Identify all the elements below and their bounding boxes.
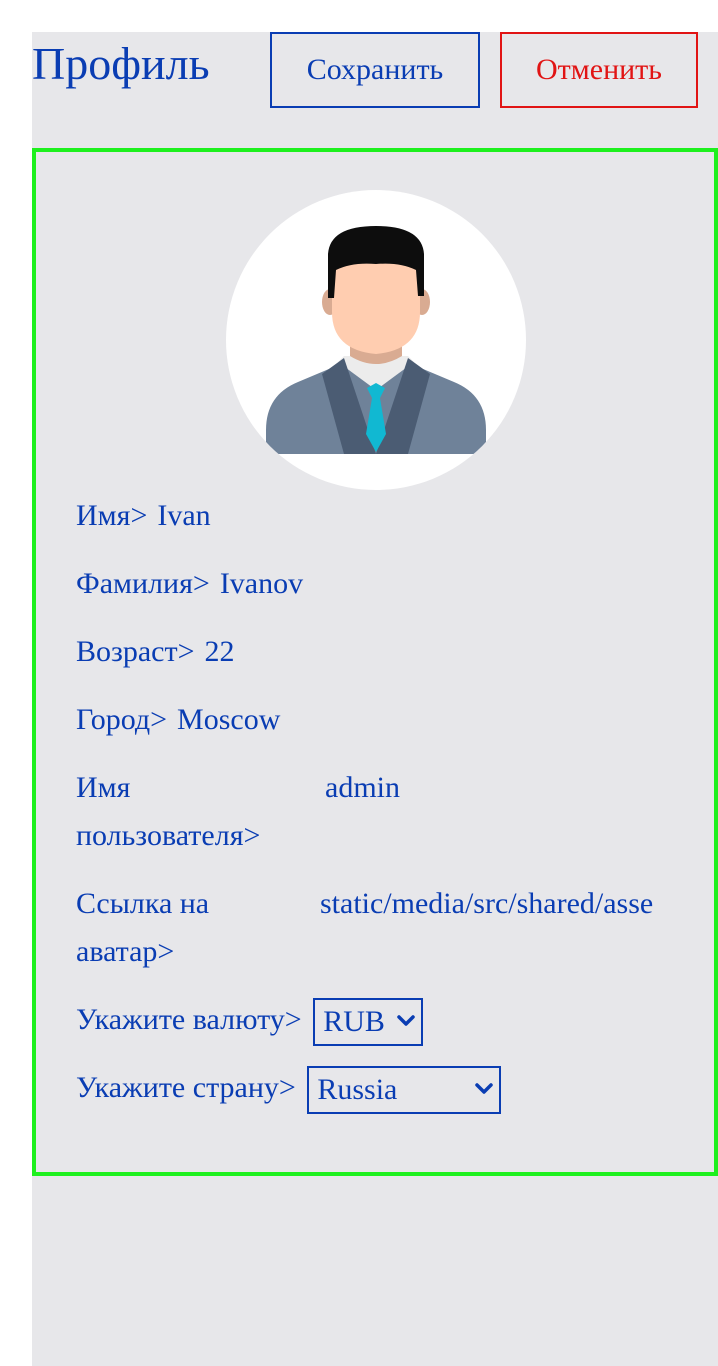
first-name-label: Имя> (76, 499, 148, 532)
avatar (226, 190, 526, 490)
currency-selected-value: RUB (323, 1005, 385, 1039)
avatar-link-row: Ссылка на аватар> static/media/src/share… (76, 880, 716, 976)
last-name-label: Фамилия> (76, 567, 210, 600)
save-button[interactable]: Сохранить (270, 32, 480, 108)
country-selected-value: Russia (317, 1073, 398, 1107)
profile-page: Профиль Сохранить Отменить Имя> Ivan Фам… (32, 32, 718, 1366)
chevron-down-icon (475, 1083, 494, 1094)
age-label: Возраст> (76, 635, 195, 668)
currency-row: Укажите валюту> RUB (76, 996, 716, 1048)
city-row: Город> Moscow (76, 696, 716, 744)
username-row: Имя пользователя> admin (76, 764, 716, 860)
page-title: Профиль (32, 38, 210, 89)
first-name-value: Ivan (157, 499, 211, 532)
city-label: Город> (76, 703, 168, 736)
country-row: Укажите страну> Russia (76, 1064, 716, 1116)
last-name-value: Ivanov (219, 567, 304, 600)
username-label: Имя пользователя> (76, 771, 261, 852)
currency-label: Укажите валюту> (76, 1003, 302, 1036)
chevron-down-icon (397, 1015, 415, 1026)
age-row: Возраст> 22 (76, 628, 716, 676)
username-value: admin (325, 771, 400, 804)
profile-card: Имя> Ivan Фамилия> Ivanov Возраст> 22 Город… (32, 148, 718, 1176)
user-avatar-icon (266, 226, 486, 454)
last-name-row: Фамилия> Ivanov (76, 560, 716, 608)
country-label: Укажите страну> (76, 1071, 296, 1104)
avatar-link-label: Ссылка на аватар> (76, 887, 210, 968)
age-value: 22 (204, 635, 235, 668)
cancel-button[interactable]: Отменить (500, 32, 698, 108)
city-value: Moscow (177, 703, 281, 736)
first-name-row: Имя> Ivan (76, 492, 716, 540)
currency-select[interactable]: RUB (313, 998, 424, 1047)
country-select[interactable]: Russia (307, 1066, 502, 1115)
avatar-link-value: static/media/src/shared/asse (320, 887, 654, 920)
